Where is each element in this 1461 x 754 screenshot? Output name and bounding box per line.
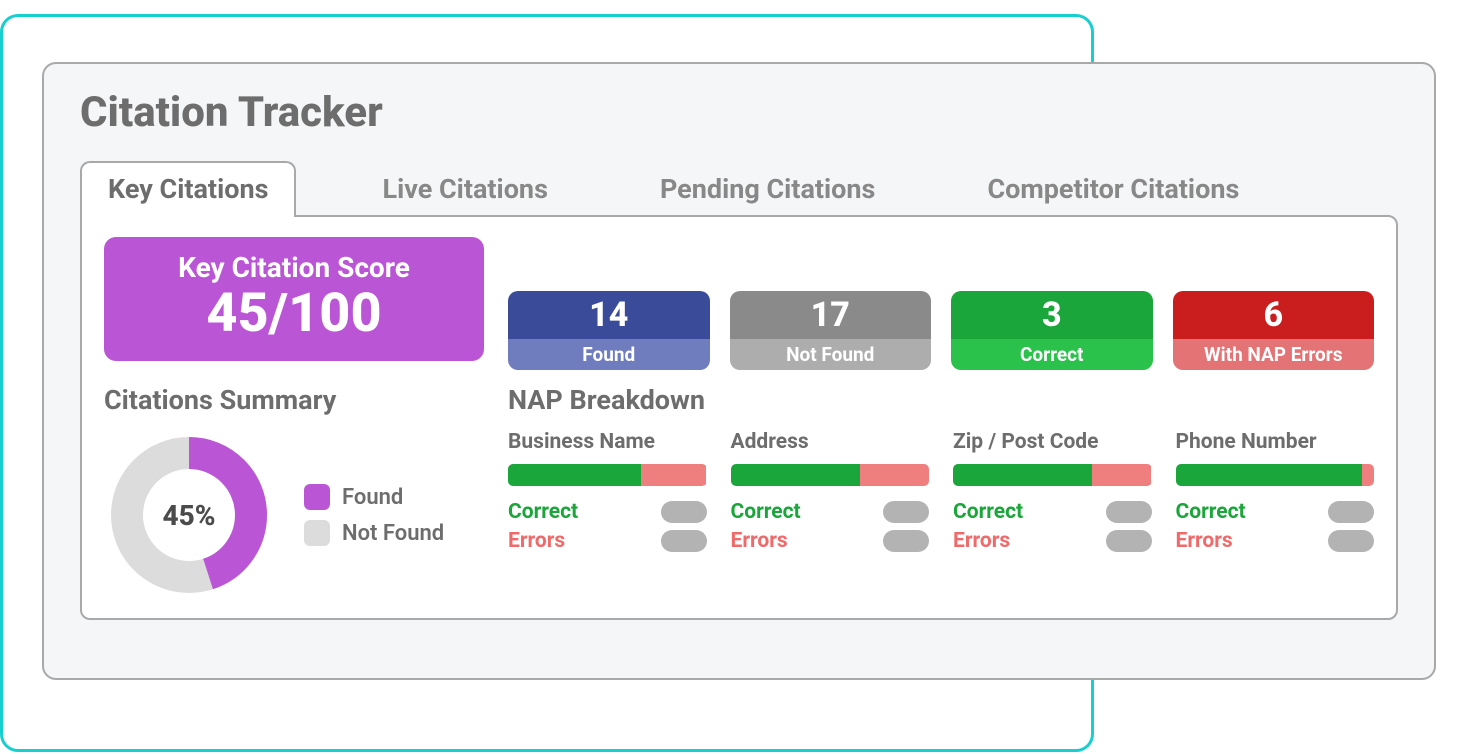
nap-row-correct: Correct (731, 500, 930, 524)
nap-col-phone-number: Phone Number Correct Errors (1176, 430, 1375, 558)
summary-percent: 45% (104, 430, 274, 600)
nap-col-title: Address (731, 430, 930, 454)
stat-label-errors: With NAP Errors (1173, 339, 1375, 370)
nap-errors-label: Errors (1176, 529, 1233, 553)
nap-col-address: Address Correct Errors (731, 430, 930, 558)
score-title: Key Citation Score (132, 251, 456, 284)
nap-errors-label: Errors (508, 529, 565, 553)
nap-row-correct: Correct (1176, 500, 1375, 524)
summary-donut: 45% (104, 430, 274, 600)
legend-found-swatch (304, 484, 330, 510)
tabs-bar: Key Citations Live Citations Pending Citat… (80, 161, 1398, 217)
citation-tracker-window: Citation Tracker Key Citations Live Citat… (42, 62, 1436, 680)
nap-row-errors: Errors (1176, 529, 1375, 553)
nap-row-correct: Correct (953, 500, 1152, 524)
nap-correct-label: Correct (508, 500, 578, 524)
key-citation-score-card: Key Citation Score 45/100 (104, 237, 484, 361)
nap-col-business-name: Business Name Correct Errors (508, 430, 707, 558)
tab-live-citations[interactable]: Live Citations (356, 163, 573, 217)
legend-notfound-label: Not Found (342, 521, 444, 546)
nap-title: NAP Breakdown (508, 384, 1374, 416)
stat-label-notfound: Not Found (730, 339, 932, 370)
nap-correct-value-pill (883, 501, 929, 523)
page-title: Citation Tracker (80, 88, 1398, 137)
nap-correct-value-pill (1328, 501, 1374, 523)
nap-correct-value-pill (1106, 501, 1152, 523)
nap-correct-label: Correct (731, 500, 801, 524)
stat-value-errors: 6 (1173, 291, 1375, 339)
stat-label-correct: Correct (951, 339, 1153, 370)
legend-found: Found (304, 484, 444, 510)
nap-errors-label: Errors (731, 529, 788, 553)
nap-bar (953, 464, 1152, 486)
stat-card-errors: 6With NAP Errors (1173, 291, 1375, 370)
stat-card-correct: 3Correct (951, 291, 1153, 370)
nap-row-correct: Correct (508, 500, 707, 524)
nap-col-zip-post-code: Zip / Post Code Correct Errors (953, 430, 1152, 558)
tab-key-citations[interactable]: Key Citations (80, 161, 296, 217)
stat-value-correct: 3 (951, 291, 1153, 339)
nap-bar (1176, 464, 1375, 486)
nap-correct-value-pill (661, 501, 707, 523)
nap-errors-value-pill (661, 530, 707, 552)
legend-notfound-swatch (304, 520, 330, 546)
nap-errors-value-pill (1106, 530, 1152, 552)
nap-bar (731, 464, 930, 486)
nap-row-errors: Errors (953, 529, 1152, 553)
tab-competitor-citations[interactable]: Competitor Citations (961, 163, 1265, 217)
nap-correct-label: Correct (1176, 500, 1246, 524)
stat-value-notfound: 17 (730, 291, 932, 339)
score-value: 45/100 (132, 286, 456, 343)
stat-cards: 14Found17Not Found3Correct6With NAP Erro… (508, 291, 1374, 370)
legend-found-label: Found (342, 485, 403, 510)
nap-bar (508, 464, 707, 486)
stat-label-found: Found (508, 339, 710, 370)
nap-breakdown: NAP Breakdown Business Name Correct Errors… (508, 384, 1374, 600)
tab-pending-citations[interactable]: Pending Citations (634, 163, 902, 217)
nap-errors-label: Errors (953, 529, 1010, 553)
nap-col-title: Zip / Post Code (953, 430, 1152, 454)
summary-legend: Found Not Found (304, 474, 444, 556)
stat-card-notfound: 17Not Found (730, 291, 932, 370)
nap-errors-value-pill (1328, 530, 1374, 552)
nap-row-errors: Errors (508, 529, 707, 553)
stat-value-found: 14 (508, 291, 710, 339)
nap-row-errors: Errors (731, 529, 930, 553)
nap-correct-label: Correct (953, 500, 1023, 524)
legend-notfound: Not Found (304, 520, 444, 546)
summary-title: Citations Summary (104, 384, 484, 416)
nap-col-title: Phone Number (1176, 430, 1375, 454)
nap-col-title: Business Name (508, 430, 707, 454)
tab-panel: Key Citation Score 45/100 14Found17Not F… (80, 215, 1398, 620)
stat-card-found: 14Found (508, 291, 710, 370)
citations-summary: Citations Summary 45% Found Not Foun (104, 384, 484, 600)
nap-errors-value-pill (883, 530, 929, 552)
